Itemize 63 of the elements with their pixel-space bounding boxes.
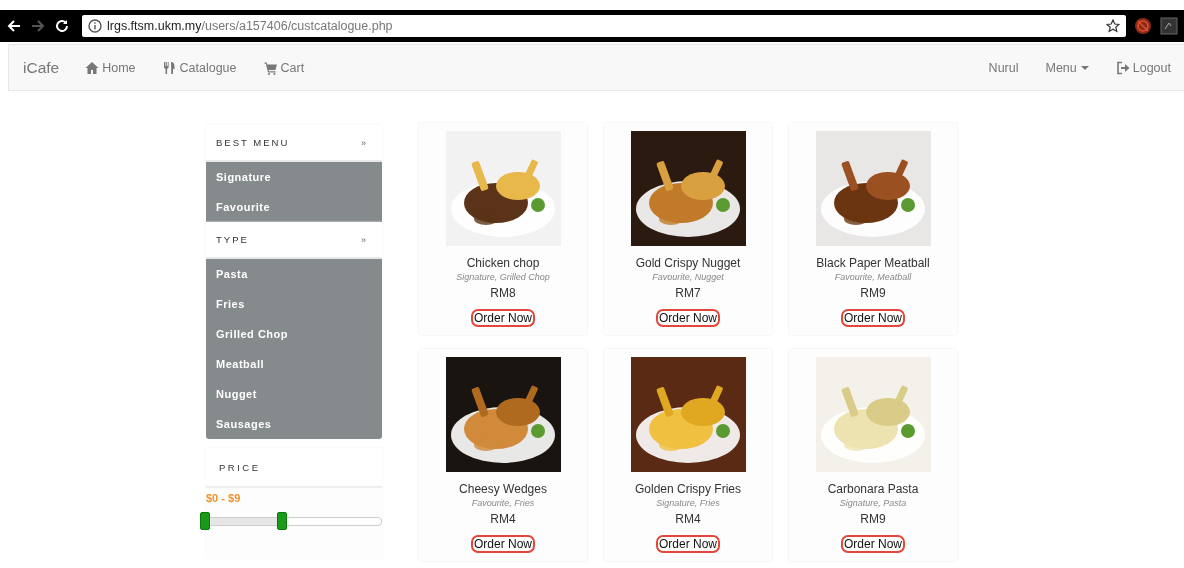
back-icon[interactable] bbox=[6, 18, 22, 34]
product-tags: Signature, Pasta bbox=[839, 498, 907, 508]
product-name: Chicken chop bbox=[466, 256, 540, 270]
nav-link[interactable]: Cart bbox=[263, 60, 305, 75]
section-title: BEST MENU bbox=[216, 137, 290, 148]
cart-icon bbox=[263, 60, 278, 75]
price-slider[interactable] bbox=[200, 512, 382, 530]
star-icon[interactable] bbox=[1106, 19, 1120, 33]
logout-icon bbox=[1115, 60, 1130, 75]
product-price: RM4 bbox=[490, 512, 516, 526]
caret-icon bbox=[1080, 65, 1089, 70]
category-item[interactable]: Signature bbox=[206, 162, 382, 192]
expand-marker: » bbox=[361, 137, 366, 148]
category-item[interactable]: Meatball bbox=[206, 349, 382, 379]
product-price: RM8 bbox=[490, 286, 516, 300]
product-name: Black Paper Meatball bbox=[816, 256, 930, 270]
product-price: RM9 bbox=[860, 512, 886, 526]
order-button[interactable]: Order Now bbox=[841, 309, 905, 327]
category-item[interactable]: Sausages bbox=[206, 409, 382, 439]
product-price: RM4 bbox=[675, 512, 701, 526]
category-item[interactable]: Favourite bbox=[206, 192, 382, 222]
user-name[interactable]: Nurul bbox=[988, 60, 1019, 75]
expand-marker: » bbox=[361, 234, 366, 245]
nav-link[interactable]: Catalogue bbox=[162, 60, 237, 75]
product-tags: Signature, Grilled Chop bbox=[456, 272, 550, 282]
product-price: RM7 bbox=[675, 286, 701, 300]
product-name: Cheesy Wedges bbox=[459, 482, 547, 496]
product-tags: Favourite, Meatball bbox=[834, 272, 912, 282]
extension-icon[interactable] bbox=[1134, 17, 1152, 35]
product-name: Carbonara Pasta bbox=[827, 482, 919, 496]
product-tags: Signature, Fries bbox=[656, 498, 720, 508]
order-button[interactable]: Order Now bbox=[656, 535, 720, 553]
slider-handle[interactable] bbox=[277, 512, 288, 530]
order-button[interactable]: Order Now bbox=[471, 535, 535, 553]
cutlery-icon bbox=[162, 60, 177, 75]
reload-icon[interactable] bbox=[54, 18, 70, 34]
product-name: Gold Crispy Nugget bbox=[635, 256, 741, 270]
product-price: RM9 bbox=[860, 286, 886, 300]
forward-icon[interactable] bbox=[30, 18, 46, 34]
section-header[interactable]: BEST MENU » bbox=[206, 125, 382, 162]
price-range-label: $0 - $9 bbox=[206, 492, 242, 504]
section-title: TYPE bbox=[216, 234, 249, 245]
category-item[interactable]: Nugget bbox=[206, 379, 382, 409]
order-button[interactable]: Order Now bbox=[841, 535, 905, 553]
product-tags: Favourite, Fries bbox=[471, 498, 535, 508]
category-item[interactable]: Fries bbox=[206, 289, 382, 319]
extension-icon[interactable] bbox=[1160, 17, 1178, 35]
address-field[interactable]: lrgs.ftsm.ukm.my/users/a157406/custcatalogue.php bbox=[82, 15, 1126, 37]
logout-link[interactable]: Logout bbox=[1115, 60, 1171, 75]
category-item[interactable]: Pasta bbox=[206, 259, 382, 289]
info-icon[interactable] bbox=[88, 19, 102, 33]
price-header: PRICE bbox=[206, 448, 382, 488]
slider-handle[interactable] bbox=[200, 512, 210, 530]
category-item[interactable]: Grilled Chop bbox=[206, 319, 382, 349]
menu-dropdown[interactable]: Menu bbox=[1045, 60, 1089, 75]
section-header[interactable]: TYPE » bbox=[206, 222, 382, 259]
home-icon bbox=[85, 60, 100, 75]
product-tags: Favourite, Nugget bbox=[652, 272, 724, 282]
order-button[interactable]: Order Now bbox=[471, 309, 535, 327]
nav-link[interactable]: Home bbox=[85, 60, 136, 75]
brand-link[interactable]: iCafe bbox=[23, 58, 60, 77]
order-button[interactable]: Order Now bbox=[656, 309, 720, 327]
product-name: Golden Crispy Fries bbox=[635, 482, 741, 496]
